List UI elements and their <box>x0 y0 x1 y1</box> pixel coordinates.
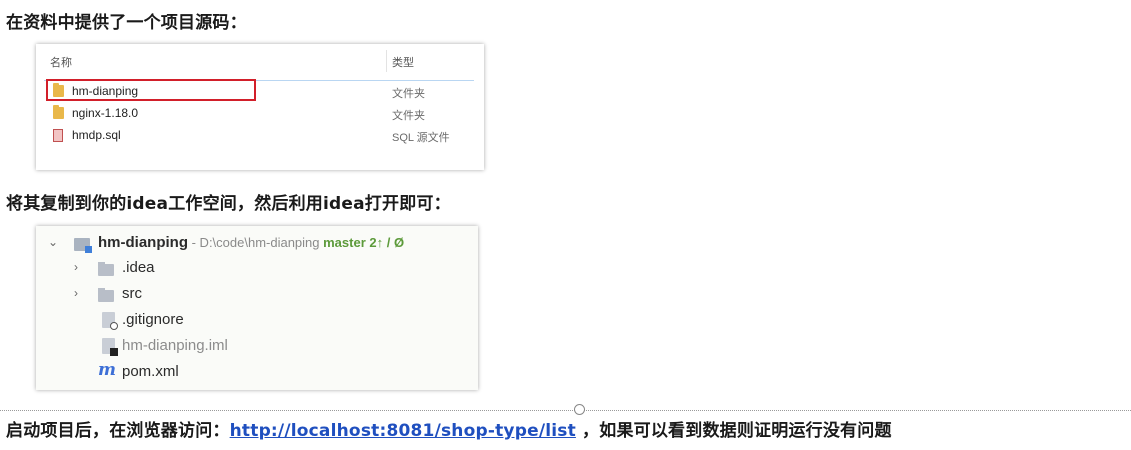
run-instruction-text: 启动项目后，在浏览器访问： <box>6 421 230 441</box>
sql-file-icon <box>53 129 63 142</box>
iml-file-icon <box>102 338 118 356</box>
file-row-nginx[interactable]: nginx-1.18.0 文件夹 <box>50 104 470 124</box>
folder-icon <box>98 262 114 276</box>
git-branch-status: master 2↑ / Ø <box>323 235 405 250</box>
file-row-hmdp-sql[interactable]: hmdp.sql SQL 源文件 <box>50 126 470 146</box>
root-project-path: - D:\code\hm-dianping <box>188 235 324 250</box>
column-header-name[interactable]: 名称 <box>50 54 72 70</box>
module-folder-icon <box>74 238 92 253</box>
tree-item-label: hm-dianping.iml <box>122 337 228 354</box>
file-name: nginx-1.18.0 <box>72 106 139 120</box>
root-project-name: hm-dianping <box>98 234 188 251</box>
tree-item-pom[interactable]: m pom.xml <box>36 360 478 384</box>
drag-handle-icon[interactable] <box>574 404 585 415</box>
file-explorer-screenshot: 名称 类型 hm-dianping 文件夹 nginx-1.18.0 文件夹 h… <box>36 44 484 170</box>
tree-root-row[interactable]: ⌄ hm-dianping - D:\code\hm-dianping mast… <box>36 230 478 254</box>
chevron-right-icon[interactable]: › <box>74 260 78 274</box>
column-divider <box>386 50 387 72</box>
column-header-type[interactable]: 类型 <box>392 54 414 70</box>
chevron-right-icon[interactable]: › <box>74 286 78 300</box>
file-type: 文件夹 <box>392 88 425 100</box>
run-instruction-paragraph: 启动项目后，在浏览器访问：http://localhost:8081/shop-… <box>6 416 892 441</box>
copy-instruction-paragraph: 将其复制到你的idea工作空间，然后利用idea打开即可： <box>6 194 451 214</box>
shop-type-list-link[interactable]: http://localhost:8081/shop-type/list <box>230 421 576 441</box>
chevron-down-icon[interactable]: ⌄ <box>48 235 58 249</box>
tree-item-gitignore[interactable]: .gitignore <box>36 308 478 332</box>
file-type: SQL 源文件 <box>392 132 450 144</box>
project-tree-screenshot: ⌄ hm-dianping - D:\code\hm-dianping mast… <box>36 226 478 390</box>
tree-item-label: pom.xml <box>122 363 179 380</box>
block-divider <box>0 410 1131 411</box>
tree-item-src[interactable]: › src <box>36 282 478 306</box>
tree-item-label: .idea <box>122 259 155 276</box>
gitignore-file-icon <box>102 312 118 330</box>
run-instruction-suffix: ，如果可以看到数据则证明运行没有问题 <box>575 421 892 441</box>
highlight-box <box>46 79 256 101</box>
intro-paragraph: 在资料中提供了一个项目源码： <box>6 13 247 33</box>
tree-item-iml[interactable]: hm-dianping.iml <box>36 334 478 358</box>
tree-item-label: .gitignore <box>122 311 184 328</box>
tree-item-label: src <box>122 285 142 302</box>
maven-icon: m <box>98 360 116 380</box>
tree-item-idea[interactable]: › .idea <box>36 256 478 280</box>
file-type: 文件夹 <box>392 110 425 122</box>
folder-icon <box>98 288 114 302</box>
file-name: hmdp.sql <box>72 128 121 142</box>
folder-icon <box>53 105 64 119</box>
